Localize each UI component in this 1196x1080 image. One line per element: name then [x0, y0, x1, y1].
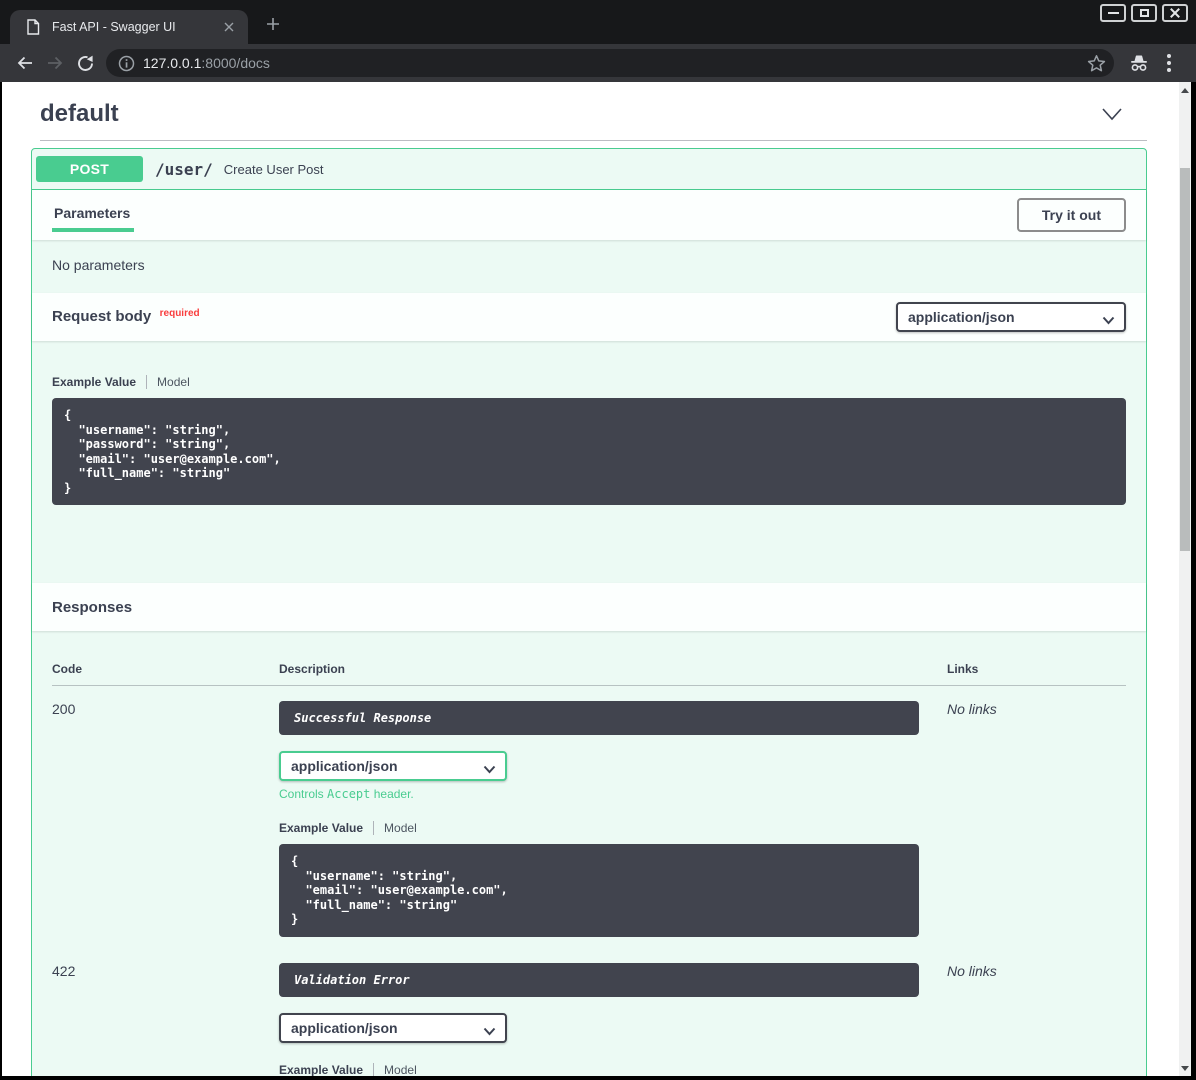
col-header-description: Description [279, 662, 947, 676]
tab-separator [373, 821, 374, 835]
responses-table-header: Code Description Links [52, 662, 1126, 686]
response-content-type-select-422[interactable]: application/json [279, 1013, 507, 1043]
response-code: 200 [52, 701, 279, 937]
response-links: No links [947, 963, 1126, 1077]
response-links: No links [947, 701, 1126, 937]
maximize-icon[interactable] [1131, 4, 1157, 22]
tab-separator [373, 1063, 374, 1077]
info-icon [118, 55, 135, 72]
document-icon [26, 19, 40, 35]
request-body-header: Request body required application/json [32, 293, 1146, 341]
responses-header: Responses [32, 583, 1146, 631]
response-content-type-select-200[interactable]: application/json [279, 751, 507, 781]
page-viewport: default POST /user/ Create User Post Par… [2, 82, 1179, 1076]
tab-close-icon[interactable] [220, 18, 238, 36]
parameters-header: Parameters Try it out [32, 190, 1146, 240]
tab-title: Fast API - Swagger UI [52, 20, 220, 34]
tab-model[interactable]: Model [384, 1063, 417, 1077]
opblock-summary[interactable]: POST /user/ Create User Post [32, 149, 1146, 190]
no-parameters-text: No parameters [32, 240, 1146, 293]
responses-title: Responses [52, 599, 132, 616]
reload-icon[interactable] [70, 48, 100, 78]
dropdown-arrow-icon [1102, 312, 1115, 328]
tag-section-header: default [31, 90, 1147, 134]
request-example-code: { "username": "string", "password": "str… [52, 398, 1126, 505]
close-icon[interactable] [1162, 4, 1188, 22]
endpoint-path: /user/ [155, 160, 213, 179]
titlebar: Fast API - Swagger UI [0, 0, 1196, 44]
chevron-down-icon[interactable] [1101, 107, 1123, 121]
tab-parameters[interactable]: Parameters [52, 199, 134, 232]
bookmark-star-icon[interactable] [1087, 54, 1106, 73]
section-divider [40, 140, 1147, 141]
tab-separator [146, 375, 147, 389]
required-badge: required [160, 308, 200, 319]
window-controls [1100, 4, 1188, 22]
new-tab-icon[interactable] [260, 11, 286, 37]
request-body-section: Example Value Model { "username": "strin… [32, 341, 1146, 583]
accept-header-note: Controls Accept header. [279, 787, 947, 801]
tag-title: default [40, 100, 119, 128]
method-badge: POST [36, 156, 143, 182]
model-example-tabs: Example Value Model [52, 375, 1126, 389]
response-code: 422 [52, 963, 279, 1077]
opblock-post-user: POST /user/ Create User Post Parameters … [31, 148, 1147, 1076]
tab-example-value[interactable]: Example Value [52, 375, 136, 389]
responses-table: Code Description Links 200 Successful Re… [32, 631, 1146, 1076]
response-description-block: Successful Response [279, 701, 919, 735]
request-body-title: Request body [52, 308, 151, 325]
menu-dots-icon[interactable] [1154, 48, 1184, 78]
tab-example-value[interactable]: Example Value [279, 821, 363, 835]
scroll-down-icon[interactable] [1179, 1062, 1191, 1074]
incognito-icon [1124, 48, 1154, 78]
response-row-200: 200 Successful Response application/json… [52, 686, 1126, 937]
model-example-tabs: Example Value Model [279, 821, 947, 835]
minimize-icon[interactable] [1100, 4, 1126, 22]
forward-icon[interactable] [40, 48, 70, 78]
col-header-links: Links [947, 662, 1126, 676]
request-content-type-select[interactable]: application/json [896, 302, 1126, 332]
back-icon[interactable] [10, 48, 40, 78]
col-header-code: Code [52, 662, 279, 676]
scroll-up-icon[interactable] [1179, 84, 1191, 96]
model-example-tabs: Example Value Model [279, 1063, 947, 1077]
browser-tab[interactable]: Fast API - Swagger UI [10, 10, 248, 44]
dropdown-arrow-icon [483, 1023, 496, 1039]
page-scrollbar[interactable] [1179, 82, 1191, 1076]
response-row-422: 422 Validation Error application/json Ex… [52, 948, 1126, 1077]
try-it-out-button[interactable]: Try it out [1017, 198, 1126, 232]
tab-model[interactable]: Model [384, 821, 417, 835]
tab-model[interactable]: Model [157, 375, 190, 389]
response-example-code-200: { "username": "string", "email": "user@e… [279, 844, 919, 937]
tab-example-value[interactable]: Example Value [279, 1063, 363, 1077]
response-description-block: Validation Error [279, 963, 919, 997]
url-text: 127.0.0.1:8000/docs [143, 55, 1087, 71]
address-bar[interactable]: 127.0.0.1:8000/docs [106, 49, 1114, 77]
scrollbar-thumb[interactable] [1180, 168, 1190, 551]
endpoint-summary: Create User Post [224, 162, 324, 177]
dropdown-arrow-icon [483, 761, 496, 777]
browser-toolbar: 127.0.0.1:8000/docs [0, 44, 1196, 82]
